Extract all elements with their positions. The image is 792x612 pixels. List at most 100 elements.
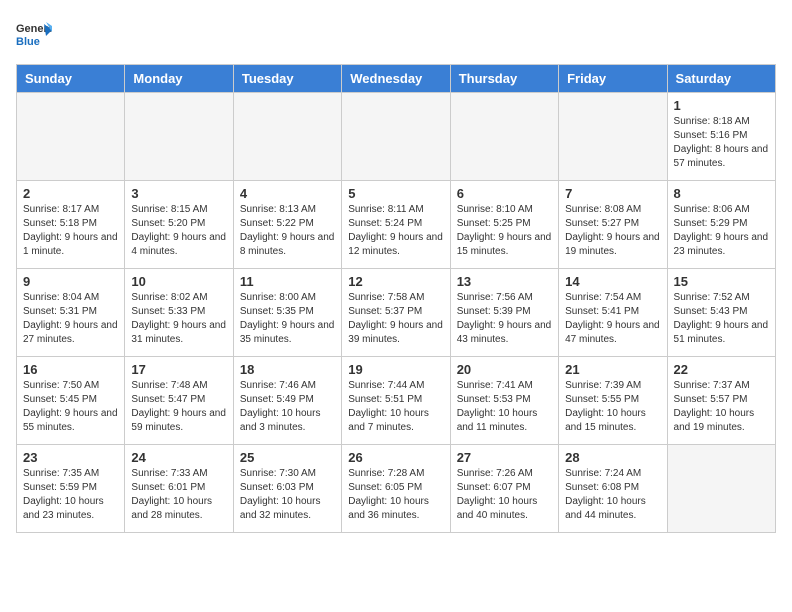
weekday-header-cell: Sunday [17, 65, 125, 93]
calendar-cell: 24Sunrise: 7:33 AM Sunset: 6:01 PM Dayli… [125, 445, 233, 533]
day-number: 28 [565, 450, 660, 465]
calendar-cell: 19 Sunrise: 7:44 AM Sunset: 5:51 PM Dayli… [342, 357, 450, 445]
day-info: Sunrise: 7:48 AM Sunset: 5:47 PM Dayligh… [131, 379, 226, 435]
day-number: 14 [565, 274, 660, 289]
day-number: 22 [674, 362, 769, 377]
calendar-cell: 11 Sunrise: 8:00 AM Sunset: 5:35 PM Dayli… [233, 269, 341, 357]
day-info: Sunrise: 7:39 AM Sunset: 5:55 PM Dayligh… [565, 379, 660, 435]
calendar-cell: 20Sunrise: 7:41 AM Sunset: 5:53 PM Dayli… [450, 357, 558, 445]
day-number: 15 [674, 274, 769, 289]
day-info: Sunrise: 8:18 AM Sunset: 5:16 PM Dayligh… [674, 115, 769, 171]
calendar-cell: 15 Sunrise: 7:52 AM Sunset: 5:43 PM Dayli… [667, 269, 775, 357]
day-number: 17 [131, 362, 226, 377]
calendar-cell: 26 Sunrise: 7:28 AM Sunset: 6:05 PM Dayli… [342, 445, 450, 533]
day-info: Sunrise: 7:33 AM Sunset: 6:01 PM Dayligh… [131, 467, 226, 523]
day-info: Sunrise: 7:37 AM Sunset: 5:57 PM Dayligh… [674, 379, 769, 435]
day-number: 19 [348, 362, 443, 377]
calendar-cell: 5Sunrise: 8:11 AM Sunset: 5:24 PM Daylig… [342, 181, 450, 269]
calendar-cell: 25 Sunrise: 7:30 AM Sunset: 6:03 PM Dayli… [233, 445, 341, 533]
calendar-cell: 13 Sunrise: 7:56 AM Sunset: 5:39 PM Dayli… [450, 269, 558, 357]
calendar-cell [450, 93, 558, 181]
calendar-cell [233, 93, 341, 181]
calendar-cell: 14 Sunrise: 7:54 AM Sunset: 5:41 PM Dayli… [559, 269, 667, 357]
day-info: Sunrise: 8:13 AM Sunset: 5:22 PM Dayligh… [240, 203, 335, 259]
weekday-header-cell: Thursday [450, 65, 558, 93]
calendar-cell [125, 93, 233, 181]
day-number: 20 [457, 362, 552, 377]
day-number: 21 [565, 362, 660, 377]
day-info: Sunrise: 8:02 AM Sunset: 5:33 PM Dayligh… [131, 291, 226, 347]
day-number: 1 [674, 98, 769, 113]
logo: General Blue [16, 16, 52, 52]
calendar-cell: 16Sunrise: 7:50 AM Sunset: 5:45 PM Dayli… [17, 357, 125, 445]
weekday-header-cell: Monday [125, 65, 233, 93]
calendar-cell [667, 445, 775, 533]
calendar-cell [342, 93, 450, 181]
day-number: 16 [23, 362, 118, 377]
calendar-cell: 4 Sunrise: 8:13 AM Sunset: 5:22 PM Daylig… [233, 181, 341, 269]
day-number: 18 [240, 362, 335, 377]
day-number: 4 [240, 186, 335, 201]
calendar-week-row: 9 Sunrise: 8:04 AM Sunset: 5:31 PM Daylig… [17, 269, 776, 357]
calendar-body: 1 Sunrise: 8:18 AM Sunset: 5:16 PM Daylig… [17, 93, 776, 533]
weekday-header-cell: Friday [559, 65, 667, 93]
day-info: Sunrise: 8:08 AM Sunset: 5:27 PM Dayligh… [565, 203, 660, 259]
day-number: 27 [457, 450, 552, 465]
day-info: Sunrise: 8:17 AM Sunset: 5:18 PM Dayligh… [23, 203, 118, 259]
calendar-cell: 8Sunrise: 8:06 AM Sunset: 5:29 PM Daylig… [667, 181, 775, 269]
day-number: 23 [23, 450, 118, 465]
day-info: Sunrise: 8:10 AM Sunset: 5:25 PM Dayligh… [457, 203, 552, 259]
calendar-table: SundayMondayTuesdayWednesdayThursdayFrid… [16, 64, 776, 533]
day-info: Sunrise: 7:54 AM Sunset: 5:41 PM Dayligh… [565, 291, 660, 347]
calendar-cell [17, 93, 125, 181]
day-number: 8 [674, 186, 769, 201]
day-info: Sunrise: 7:52 AM Sunset: 5:43 PM Dayligh… [674, 291, 769, 347]
day-number: 6 [457, 186, 552, 201]
weekday-header-row: SundayMondayTuesdayWednesdayThursdayFrid… [17, 65, 776, 93]
day-info: Sunrise: 7:30 AM Sunset: 6:03 PM Dayligh… [240, 467, 335, 523]
header: General Blue [16, 16, 776, 52]
calendar-week-row: 2 Sunrise: 8:17 AM Sunset: 5:18 PM Daylig… [17, 181, 776, 269]
calendar-cell: 6 Sunrise: 8:10 AM Sunset: 5:25 PM Daylig… [450, 181, 558, 269]
day-number: 7 [565, 186, 660, 201]
day-info: Sunrise: 7:24 AM Sunset: 6:08 PM Dayligh… [565, 467, 660, 523]
calendar-cell: 27Sunrise: 7:26 AM Sunset: 6:07 PM Dayli… [450, 445, 558, 533]
calendar-cell: 3 Sunrise: 8:15 AM Sunset: 5:20 PM Daylig… [125, 181, 233, 269]
day-info: Sunrise: 7:56 AM Sunset: 5:39 PM Dayligh… [457, 291, 552, 347]
calendar-cell: 18Sunrise: 7:46 AM Sunset: 5:49 PM Dayli… [233, 357, 341, 445]
calendar-week-row: 16Sunrise: 7:50 AM Sunset: 5:45 PM Dayli… [17, 357, 776, 445]
day-number: 9 [23, 274, 118, 289]
calendar-week-row: 1 Sunrise: 8:18 AM Sunset: 5:16 PM Daylig… [17, 93, 776, 181]
calendar-cell: 22 Sunrise: 7:37 AM Sunset: 5:57 PM Dayli… [667, 357, 775, 445]
day-number: 12 [348, 274, 443, 289]
day-number: 10 [131, 274, 226, 289]
logo-icon: General Blue [16, 16, 52, 52]
day-number: 2 [23, 186, 118, 201]
day-info: Sunrise: 7:44 AM Sunset: 5:51 PM Dayligh… [348, 379, 443, 435]
day-number: 26 [348, 450, 443, 465]
day-info: Sunrise: 7:28 AM Sunset: 6:05 PM Dayligh… [348, 467, 443, 523]
calendar-cell: 2 Sunrise: 8:17 AM Sunset: 5:18 PM Daylig… [17, 181, 125, 269]
day-number: 11 [240, 274, 335, 289]
calendar-cell: 1 Sunrise: 8:18 AM Sunset: 5:16 PM Daylig… [667, 93, 775, 181]
calendar-week-row: 23 Sunrise: 7:35 AM Sunset: 5:59 PM Dayli… [17, 445, 776, 533]
day-info: Sunrise: 8:00 AM Sunset: 5:35 PM Dayligh… [240, 291, 335, 347]
day-number: 3 [131, 186, 226, 201]
weekday-header-cell: Wednesday [342, 65, 450, 93]
svg-text:Blue: Blue [16, 36, 40, 48]
day-info: Sunrise: 8:15 AM Sunset: 5:20 PM Dayligh… [131, 203, 226, 259]
day-number: 25 [240, 450, 335, 465]
calendar-cell: 17 Sunrise: 7:48 AM Sunset: 5:47 PM Dayli… [125, 357, 233, 445]
day-number: 5 [348, 186, 443, 201]
calendar-cell: 7 Sunrise: 8:08 AM Sunset: 5:27 PM Daylig… [559, 181, 667, 269]
calendar-cell [559, 93, 667, 181]
calendar-cell: 9 Sunrise: 8:04 AM Sunset: 5:31 PM Daylig… [17, 269, 125, 357]
calendar-cell: 12 Sunrise: 7:58 AM Sunset: 5:37 PM Dayli… [342, 269, 450, 357]
day-info: Sunrise: 8:04 AM Sunset: 5:31 PM Dayligh… [23, 291, 118, 347]
day-info: Sunrise: 7:58 AM Sunset: 5:37 PM Dayligh… [348, 291, 443, 347]
day-info: Sunrise: 7:35 AM Sunset: 5:59 PM Dayligh… [23, 467, 118, 523]
weekday-header-cell: Saturday [667, 65, 775, 93]
weekday-header-cell: Tuesday [233, 65, 341, 93]
day-number: 13 [457, 274, 552, 289]
calendar-cell: 28 Sunrise: 7:24 AM Sunset: 6:08 PM Dayli… [559, 445, 667, 533]
